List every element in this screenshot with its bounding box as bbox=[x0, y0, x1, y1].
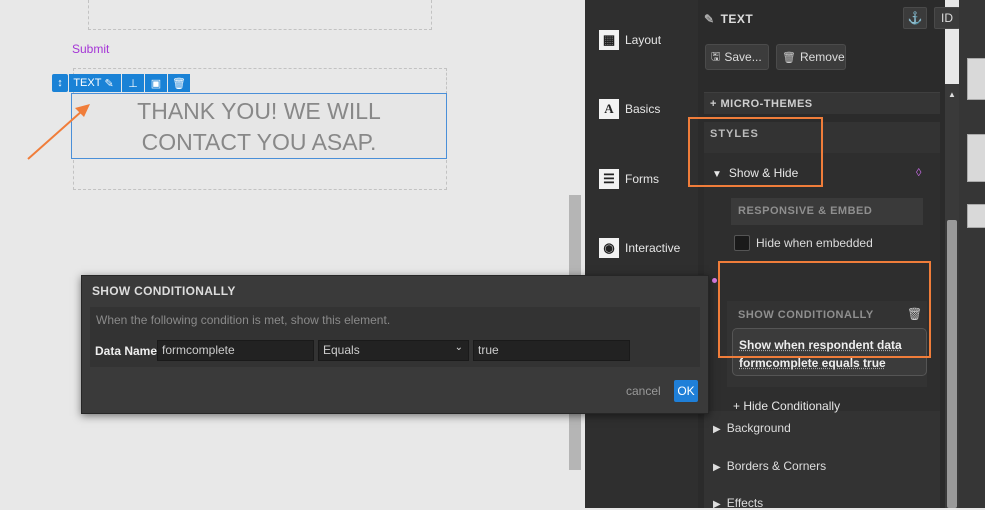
annotation-arrow bbox=[27, 104, 90, 160]
arrow-shaft bbox=[27, 110, 83, 160]
